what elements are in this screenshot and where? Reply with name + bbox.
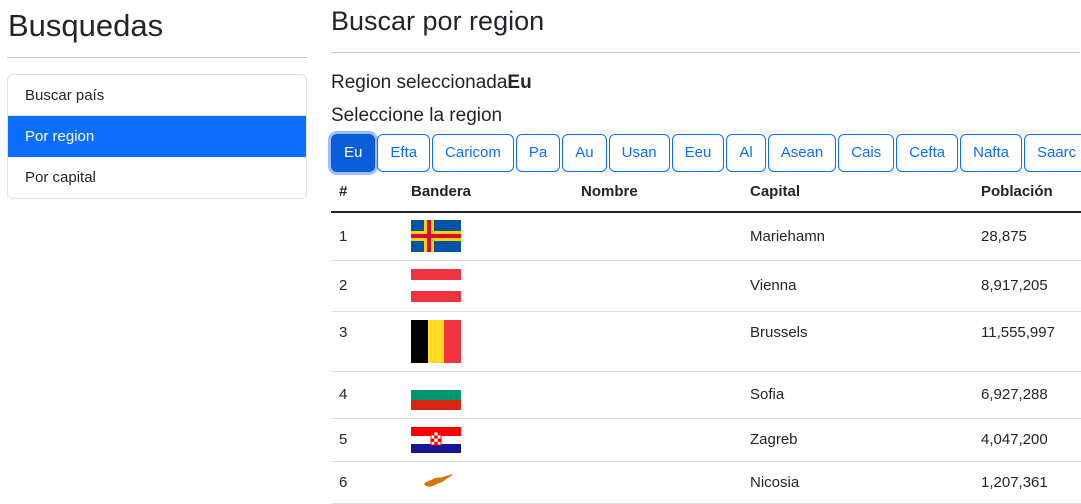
row-number: 3	[331, 311, 403, 372]
aland-flag-icon	[411, 220, 461, 253]
austria-flag-icon	[411, 269, 461, 302]
country-name	[573, 260, 742, 312]
row-number: 2	[331, 260, 403, 312]
country-capital: Brussels	[742, 311, 973, 372]
region-button-saarc[interactable]: Saarc	[1023, 134, 1081, 172]
country-population: 28,875	[973, 212, 1081, 261]
country-population: 6,927,288	[973, 371, 1081, 419]
country-population: 1,207,361	[973, 461, 1081, 504]
sidebar-title: Busquedas	[8, 8, 164, 43]
region-button-eu[interactable]: Eu	[331, 134, 376, 172]
country-population: 4,047,200	[973, 418, 1081, 462]
header-capital: Capital	[742, 172, 973, 213]
country-name	[573, 371, 742, 419]
table-header-row: # Bandera Nombre Capital Población	[331, 172, 1081, 213]
row-number: 1	[331, 212, 403, 261]
country-name	[573, 418, 742, 462]
region-button-cais[interactable]: Cais	[838, 134, 895, 172]
header-nombre: Nombre	[573, 172, 742, 213]
selected-region-value: Eu	[507, 72, 532, 93]
row-number: 6	[331, 461, 403, 504]
flag-cell	[403, 260, 573, 312]
croatia-flag-icon	[411, 426, 461, 453]
search-options-list: Buscar país Por region Por capital	[7, 74, 307, 199]
region-button-cefta[interactable]: Cefta	[896, 134, 959, 172]
country-capital: Zagreb	[742, 418, 973, 462]
flag-cell	[403, 311, 573, 372]
country-capital: Sofia	[742, 371, 973, 419]
region-button-asean[interactable]: Asean	[767, 134, 837, 172]
table-row: 2 Vienna 8,917,205	[331, 260, 1081, 312]
country-capital: Mariehamn	[742, 212, 973, 261]
region-button-nafta[interactable]: Nafta	[960, 134, 1022, 172]
country-capital: Vienna	[742, 260, 973, 312]
row-number: 4	[331, 371, 403, 419]
region-button-efta[interactable]: Efta	[377, 134, 431, 172]
row-number: 5	[331, 418, 403, 462]
sidebar-item-por-capital[interactable]: Por capital	[8, 157, 306, 198]
cyprus-flag-icon	[411, 469, 461, 495]
header-number: #	[331, 172, 403, 213]
countries-table: # Bandera Nombre Capital Población 1 Mar…	[331, 172, 1081, 504]
table-row: 1 Mariehamn 28,875	[331, 212, 1081, 261]
region-button-usan[interactable]: Usan	[608, 134, 670, 172]
belgium-flag-icon	[411, 319, 461, 363]
region-button-pa[interactable]: Pa	[515, 134, 561, 172]
country-population: 11,555,997	[973, 311, 1081, 372]
region-button-eeu[interactable]: Eeu	[671, 134, 725, 172]
table-row: 6 Nicosia 1,207,361	[331, 461, 1081, 504]
bulgaria-flag-icon	[411, 379, 461, 410]
sidebar-item-por-region[interactable]: Por region	[8, 116, 306, 157]
flag-cell	[403, 371, 573, 419]
main-divider	[331, 52, 1080, 53]
region-button-au[interactable]: Au	[562, 134, 607, 172]
selected-region-text: Region seleccionadaEu	[331, 72, 532, 94]
country-name	[573, 311, 742, 372]
country-name	[573, 461, 742, 504]
choose-region-label: Seleccione la region	[331, 105, 503, 126]
sidebar-divider	[7, 57, 307, 58]
sidebar-item-buscar-pais[interactable]: Buscar país	[8, 75, 306, 116]
country-name	[573, 212, 742, 261]
table-row: 3 Brussels 11,555,997	[331, 311, 1081, 372]
page-title: Buscar por region	[331, 6, 545, 36]
selected-region-label: Region seleccionada	[331, 72, 508, 93]
country-capital: Nicosia	[742, 461, 973, 504]
region-button-group: Eu Efta Caricom Pa Au Usan Eeu Al Asean …	[331, 134, 1081, 172]
header-poblacion: Población	[973, 172, 1081, 213]
flag-cell	[403, 461, 573, 504]
flag-cell	[403, 212, 573, 261]
flag-cell	[403, 418, 573, 462]
table-row: 4 Sofia 6,927,288	[331, 371, 1081, 419]
country-population: 8,917,205	[973, 260, 1081, 312]
region-button-al[interactable]: Al	[726, 134, 766, 172]
table-row: 5 Zagreb 4,047,200	[331, 418, 1081, 462]
header-bandera: Bandera	[403, 172, 573, 213]
region-button-caricom[interactable]: Caricom	[432, 134, 514, 172]
